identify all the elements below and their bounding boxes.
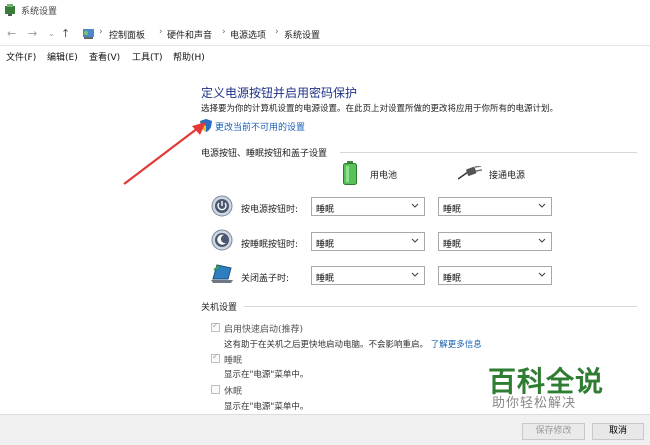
battery-icon [343,161,357,185]
breadcrumb-separator: › [275,27,279,37]
breadcrumb-separator: › [99,27,103,37]
chevron-down-icon [411,238,419,243]
laptop-lid-icon [211,264,233,283]
fast-startup-label: 启用快速启动(推荐) [224,325,304,335]
chevron-down-icon [411,203,419,208]
menu-tools[interactable]: 工具(T) [132,50,163,63]
fast-startup-checkbox[interactable] [211,321,220,332]
up-icon[interactable]: ↑ [61,27,70,40]
menu-file[interactable]: 文件(F) [6,50,36,63]
hibernate-checkbox[interactable] [211,385,220,394]
power-button-plugged-select[interactable]: 睡眠 [438,197,552,216]
chevron-down-icon [538,203,546,208]
cancel-button[interactable]: 取消 [592,423,644,440]
control-panel-icon [83,29,94,39]
close-lid-plugged-select[interactable]: 睡眠 [438,266,552,285]
sleep-button-battery-select[interactable]: 睡眠 [311,232,425,251]
power-options-icon [5,4,15,16]
chevron-down-icon [538,238,546,243]
menu-bar: 文件(F) 编辑(E) 查看(V) 工具(T) 帮助(H) [0,48,650,64]
sleep-label: 睡眠 [224,356,243,366]
hibernate-description: 显示在"电源"菜单中。 [224,402,309,412]
menu-help[interactable]: 帮助(H) [173,50,205,63]
learn-more-link[interactable]: 了解更多信息 [431,340,482,350]
breadcrumb-separator: › [222,27,226,37]
chevron-down-icon [538,272,546,277]
close-lid-battery-select[interactable]: 睡眠 [311,266,425,285]
recent-dropdown-icon[interactable]: ⌄ [48,29,55,38]
forward-icon[interactable]: → [28,27,37,40]
breadcrumb-hardware-sound[interactable]: 硬件和声音 [167,28,212,41]
row-label-sleep-button: 按睡眠按钮时: [241,240,299,250]
watermark-subtitle: 助你轻松解决 [492,396,577,411]
breadcrumb-system-settings[interactable]: 系统设置 [284,28,320,41]
save-changes-button[interactable]: 保存修改 [522,423,585,440]
change-unavailable-settings-link[interactable]: 更改当前不可用的设置 [215,120,305,133]
divider [0,45,650,46]
window-title: 系统设置 [21,7,58,17]
sleep-button-icon [211,229,233,251]
annotation-arrow [123,122,206,185]
section-divider [244,306,637,307]
power-button-battery-select[interactable]: 睡眠 [311,197,425,216]
sleep-checkbox[interactable] [211,352,220,363]
footer-bar: 保存修改 取消 [0,414,650,445]
row-label-close-lid: 关闭盖子时: [241,274,290,284]
shutdown-section-title: 关机设置 [201,303,238,313]
back-icon[interactable]: ← [7,27,16,40]
fast-startup-description: 这有助于在关机之后更快地启动电脑。不会影响重启。 了解更多信息 [224,340,482,350]
power-section-title: 电源按钮、睡眠按钮和盖子设置 [201,149,328,159]
address-field[interactable]: › 控制面板 › 硬件和声音 › 电源选项 › 系统设置 [77,25,642,42]
breadcrumb-control-panel[interactable]: 控制面板 [109,28,145,41]
breadcrumb-separator: › [159,27,163,37]
breadcrumb-power-options[interactable]: 电源选项 [230,28,266,41]
page-title: 定义电源按钮并启用密码保护 [201,86,358,100]
address-bar: ← → ⌄ ↑ › 控制面板 › 硬件和声音 › 电源选项 › 系统设置 [0,22,650,44]
column-battery: 用电池 [370,171,398,181]
power-plug-icon [458,166,482,180]
title-bar: 系统设置 [0,0,650,20]
column-plugged-in: 接通电源 [489,171,526,181]
page-description: 选择要为你的计算机设置的电源设置。在此页上对设置所做的更改将应用于你所有的电源计… [201,104,559,114]
sleep-description: 显示在"电源"菜单中。 [224,370,309,380]
hibernate-label: 休眠 [224,387,243,397]
row-label-power-button: 按电源按钮时: [241,205,299,215]
section-divider [340,152,637,153]
menu-view[interactable]: 查看(V) [89,50,120,63]
power-button-icon [211,195,233,217]
menu-edit[interactable]: 编辑(E) [47,50,78,63]
chevron-down-icon [411,272,419,277]
sleep-button-plugged-select[interactable]: 睡眠 [438,232,552,251]
